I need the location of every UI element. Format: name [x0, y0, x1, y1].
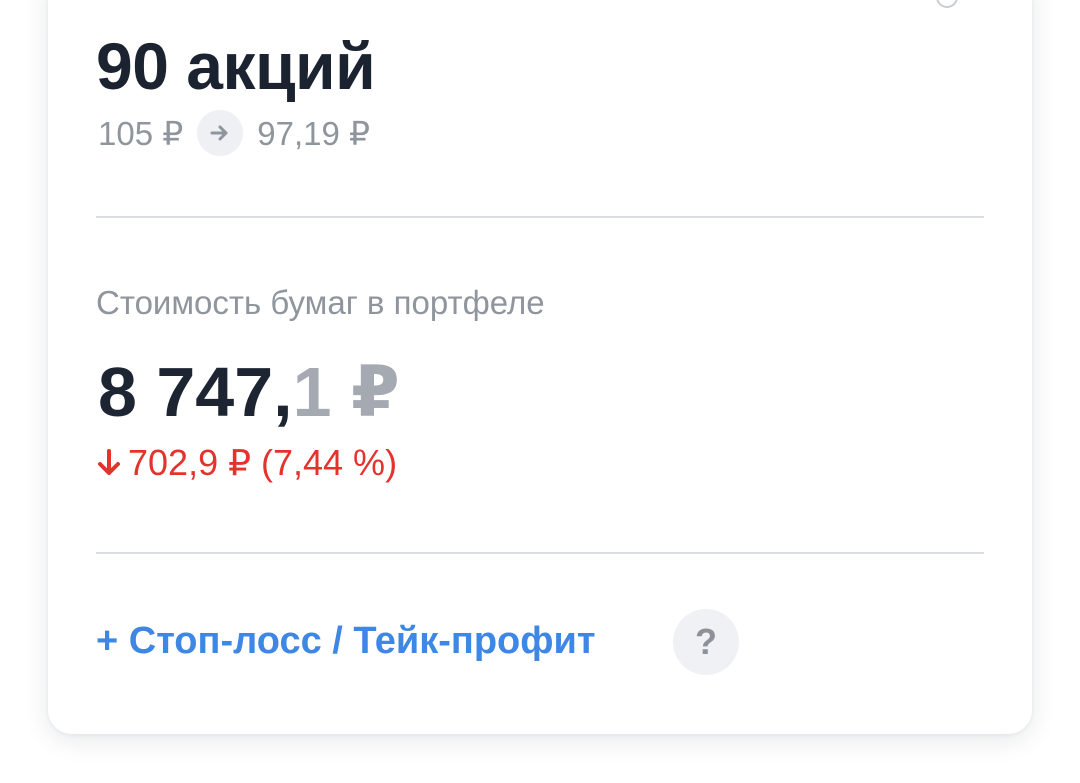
- portfolio-value-main: 8 747,: [98, 353, 293, 431]
- shares-count: 90 акций: [96, 29, 376, 103]
- divider: [96, 552, 984, 554]
- price-change-row: 105 ₽ 97,19 ₽: [98, 110, 370, 156]
- help-button[interactable]: ?: [673, 609, 739, 675]
- change-value: 702,9 ₽ (7,44 %): [128, 442, 398, 483]
- portfolio-change: 702,9 ₽ (7,44 %): [96, 442, 397, 484]
- current-price: 97,19 ₽: [257, 114, 370, 152]
- arrow-right-icon: [197, 110, 244, 156]
- buy-price: 105 ₽: [98, 114, 184, 152]
- stop-loss-take-profit-link[interactable]: + Стоп-лосс / Тейк-профит: [96, 620, 596, 663]
- portfolio-value-fraction: 1 ₽: [292, 353, 400, 431]
- divider: [96, 216, 984, 218]
- settings-icon[interactable]: [930, 0, 960, 10]
- arrow-down-icon: [98, 449, 120, 475]
- portfolio-value: 8 747,1 ₽: [98, 350, 400, 434]
- portfolio-value-label: Стоимость бумаг в портфеле: [96, 284, 545, 321]
